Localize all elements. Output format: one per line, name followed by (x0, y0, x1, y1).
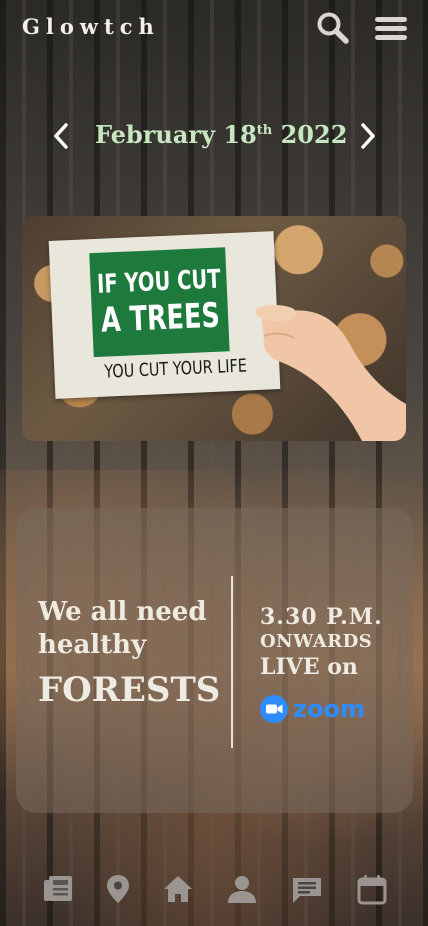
banner-text-line3: YOU CUT YOUR LIFE (103, 355, 248, 383)
banner-text-line2: A TREES (99, 295, 221, 341)
chevron-right-icon (361, 123, 375, 149)
nav-profile[interactable] (225, 872, 259, 906)
info-divider (231, 576, 233, 748)
event-info-panel: We all need healthy FORESTS 3.30 P.M. ON… (16, 508, 413, 813)
event-onwards: ONWARDS (260, 631, 373, 652)
hamburger-menu-icon (375, 17, 407, 40)
date-ordinal: th (256, 123, 273, 138)
event-time: 3.30 P.M. (260, 604, 383, 630)
event-schedule: 3.30 P.M. ONWARDS LIVE on zoom (260, 604, 400, 723)
search-button[interactable] (315, 10, 351, 46)
nav-calendar[interactable] (355, 872, 389, 906)
next-date-button[interactable] (355, 120, 381, 152)
tagline-line1: We all need (38, 597, 207, 627)
location-pin-icon (107, 875, 129, 903)
date-navigator: February 18th 2022 (0, 116, 428, 156)
zoom-link[interactable]: zoom (260, 694, 365, 724)
nav-news[interactable] (41, 872, 75, 906)
home-icon (164, 876, 192, 902)
nav-home[interactable] (161, 872, 195, 906)
chat-icon (293, 878, 321, 903)
app-logo[interactable]: Glowtch (22, 14, 160, 39)
user-icon (228, 876, 256, 903)
date-year: 2022 (272, 120, 348, 149)
menu-button[interactable] (373, 10, 409, 46)
hand-illustration (255, 305, 406, 441)
event-live-label: LIVE on (260, 654, 358, 680)
nav-location[interactable] (101, 872, 135, 906)
banner-sign-card: IF YOU CUT A TREES YOU CUT YOUR LIFE (48, 231, 281, 399)
chevron-left-icon (54, 123, 68, 149)
zoom-camera-icon (260, 695, 288, 723)
previous-date-button[interactable] (48, 120, 74, 152)
nav-messages[interactable] (290, 872, 324, 906)
campaign-banner-image[interactable]: IF YOU CUT A TREES YOU CUT YOUR LIFE (22, 216, 406, 441)
event-tagline: We all need healthy FORESTS (38, 596, 228, 712)
tagline-highlight: FORESTS (38, 670, 221, 710)
banner-sign-green-panel: IF YOU CUT A TREES (89, 247, 230, 358)
news-icon (44, 876, 72, 901)
calendar-icon (357, 875, 387, 905)
date-month-day: February 18 (95, 120, 257, 149)
tagline-line2: healthy (38, 630, 147, 660)
zoom-wordmark: zoom (293, 695, 365, 723)
bottom-navigation (0, 866, 428, 916)
current-date: February 18th 2022 (95, 120, 347, 149)
search-icon (317, 12, 349, 44)
